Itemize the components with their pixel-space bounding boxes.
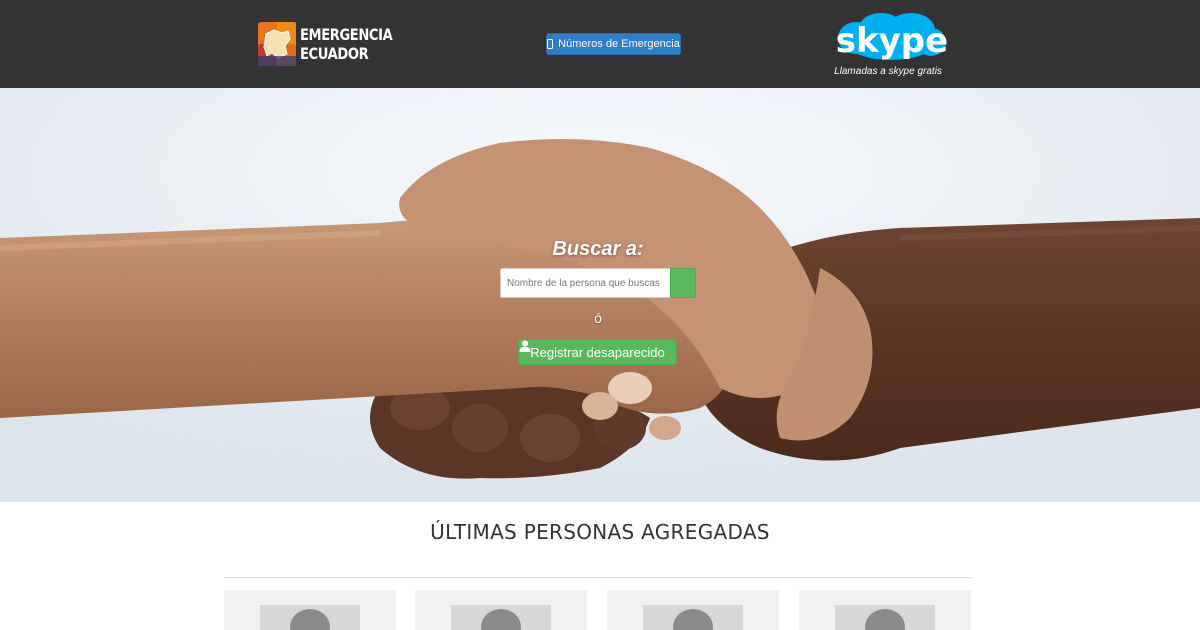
avatar-placeholder-icon — [643, 605, 743, 630]
avatar-placeholder-icon — [260, 605, 360, 630]
skype-banner[interactable]: skype Llamadas a skype gratis — [832, 12, 952, 82]
search-button[interactable] — [500, 268, 696, 298]
register-missing-button[interactable]: Registrar desaparecido — [518, 339, 677, 365]
skype-wordmark: skype — [836, 21, 948, 61]
person-card[interactable] — [224, 590, 396, 630]
hero-handshake-banner: Buscar a: ó Registrar desaparecido — [0, 88, 1200, 502]
ecuador-map-logo-icon — [258, 22, 296, 66]
person-card[interactable] — [415, 590, 587, 630]
avatar-placeholder-icon — [835, 605, 935, 630]
latest-people-heading: ÚLTIMAS PERSONAS AGREGADAS — [430, 520, 770, 544]
search-title: Buscar a: — [552, 238, 644, 260]
logo-line-2: ECUADOR — [300, 44, 369, 63]
skype-logo-icon: skype — [836, 13, 948, 61]
person-card[interactable] — [607, 590, 779, 630]
avatar-placeholder-icon — [451, 605, 551, 630]
person-search-input[interactable] — [500, 268, 670, 298]
register-missing-label: Registrar desaparecido — [530, 344, 665, 360]
emergency-numbers-label: Números de Emergencia — [558, 38, 680, 50]
person-search-form — [500, 268, 696, 298]
person-card[interactable] — [799, 590, 971, 630]
logo-text: EMERGENCIA ECUADOR — [300, 25, 393, 63]
logo-line-1: EMERGENCIA — [300, 25, 393, 44]
magnifier-icon — [500, 268, 511, 279]
top-header: EMERGENCIA ECUADOR Números de Emergencia… — [0, 0, 1200, 88]
user-icon — [519, 340, 531, 352]
mobile-phone-icon — [547, 39, 554, 49]
skype-tagline: Llamadas a skype gratis — [834, 66, 942, 77]
emergencia-ecuador-logo[interactable]: EMERGENCIA ECUADOR — [258, 22, 393, 66]
or-separator: ó — [594, 310, 602, 326]
section-divider — [224, 577, 972, 578]
emergency-numbers-button[interactable]: Números de Emergencia — [546, 33, 681, 55]
